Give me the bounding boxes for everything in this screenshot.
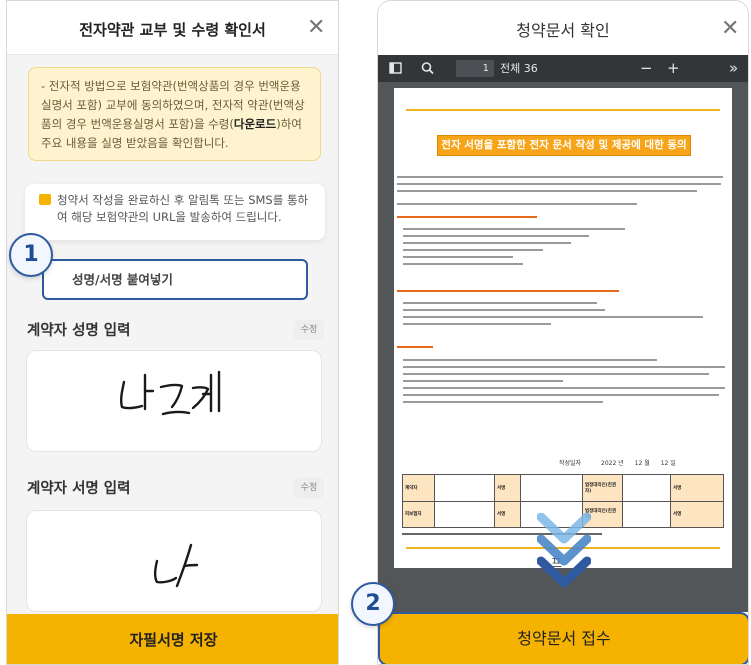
sign-signature-pad[interactable]: [26, 510, 322, 612]
document-review-screen: 청약문서 확인 ✕ 1 전체 36 − + » 전자 서명을 포함한 전자 문서…: [377, 0, 749, 665]
sign-edit-button[interactable]: 수정: [294, 478, 324, 498]
date-day-unit: 일: [670, 460, 676, 467]
text-line: [403, 366, 725, 368]
search-icon[interactable]: [421, 55, 434, 82]
sidebar-toggle-icon[interactable]: [389, 55, 402, 82]
text-line: [403, 394, 719, 396]
date-year-unit: 년: [618, 460, 624, 467]
table-cell: 피보험자: [402, 500, 435, 528]
text-line: [403, 380, 563, 382]
text-line: [403, 235, 589, 237]
table-cell: 서명: [494, 474, 521, 502]
table-cell: [622, 500, 671, 528]
close-icon[interactable]: ✕: [307, 17, 325, 39]
paste-signature-button[interactable]: 성명/서명 붙여넣기: [42, 259, 308, 300]
url-info-card: 청약서 작성을 완료하신 후 알림톡 또는 SMS를 통하 여 해당 보험약관의…: [25, 184, 325, 240]
table-cell: 법정대리인(친권자): [582, 474, 623, 502]
date-line: 작성일자 2022 년 12 월 12 일: [559, 458, 676, 467]
step-1-badge: 1: [9, 233, 53, 277]
table-cell: 계약자: [402, 474, 435, 502]
double-chevron-right-icon[interactable]: »: [729, 55, 738, 82]
page-number-input[interactable]: 1: [456, 60, 494, 77]
zoom-out-button[interactable]: −: [640, 55, 653, 82]
header: 전자약관 교부 및 수령 확인서 ✕: [7, 1, 338, 55]
text-line: [403, 263, 523, 265]
sign-handwriting: [153, 543, 199, 588]
date-label: 작성일자: [559, 460, 582, 467]
text-line: [397, 190, 697, 192]
close-icon[interactable]: ✕: [721, 18, 739, 40]
page-title: 전자약관 교부 및 수령 확인서: [79, 21, 266, 39]
table-row: 계약자 서명 법정대리인(친권자) 서명: [402, 474, 724, 502]
table-cell: 서명: [670, 474, 724, 502]
zoom-in-button[interactable]: +: [667, 55, 680, 82]
date-month-unit: 월: [644, 460, 650, 467]
text-line: [403, 242, 571, 244]
text-line: [403, 401, 603, 403]
table-cell: [434, 474, 495, 502]
save-signature-button[interactable]: 자필서명 저장: [7, 614, 338, 664]
sign-section-label: 계약자 서명 입력: [27, 481, 131, 497]
terms-notice: - 전자적 방법으로 보험약관(번액상품의 경우 번액운용 실명서 포함) 교부…: [28, 67, 321, 161]
table-cell: [520, 474, 583, 502]
page-total-label: 전체 36: [500, 62, 538, 75]
info-marker-icon: [39, 194, 51, 205]
name-signature-pad[interactable]: [26, 350, 322, 452]
section-heading: [397, 216, 537, 218]
text-line: [403, 387, 725, 389]
notice-download-text: 다운로드: [233, 117, 277, 131]
text-line: [397, 203, 637, 205]
top-rule: [406, 109, 720, 111]
table-cell: [622, 474, 671, 502]
text-line: [397, 183, 721, 185]
date-year: 2022: [601, 460, 617, 467]
document-heading: 전자 서명을 포함한 전자 문서 작성 및 제공에 대한 동의서: [437, 135, 691, 170]
text-line: [403, 302, 597, 304]
table-cell: 서명: [670, 500, 724, 528]
text-line: [403, 316, 703, 318]
date-month: 12: [634, 460, 643, 467]
date-day: 12: [660, 460, 669, 467]
document-page: 전자 서명을 포함한 전자 문서 작성 및 제공에 대한 동의서 작성일자 20…: [394, 88, 732, 570]
table-cell: 서명: [494, 500, 521, 528]
table-cell: [434, 500, 495, 528]
submit-document-button[interactable]: 청약문서 접수: [378, 612, 748, 664]
pdf-viewer[interactable]: 전자 서명을 포함한 전자 문서 작성 및 제공에 대한 동의서 작성일자 20…: [378, 82, 748, 612]
text-line: [403, 309, 605, 311]
info-line-2: 여 해당 보험약관의 URL을 발송하여 드립니다.: [57, 210, 282, 224]
text-line: [403, 256, 513, 258]
step-2-badge: 2: [351, 582, 395, 626]
name-handwriting: [119, 370, 221, 416]
text-line: [397, 176, 723, 178]
name-section-label: 계약자 성명 입력: [27, 323, 131, 339]
text-line: [403, 228, 625, 230]
text-line: [403, 373, 709, 375]
header: 청약문서 확인 ✕: [378, 1, 748, 55]
section-heading: [397, 290, 619, 292]
section-heading: [397, 346, 433, 348]
text-line: [403, 359, 657, 361]
terms-confirmation-screen: 전자약관 교부 및 수령 확인서 ✕ - 전자적 방법으로 보험약관(번액상품의…: [6, 0, 339, 665]
double-chevron-down-icon: [537, 513, 591, 588]
name-edit-button[interactable]: 수정: [294, 320, 324, 340]
text-line: [403, 323, 551, 325]
pdf-toolbar: 1 전체 36 − + »: [378, 55, 748, 82]
info-line-1: 청약서 작성을 완료하신 후 알림톡 또는 SMS를 통하: [57, 193, 309, 207]
text-line: [403, 249, 543, 251]
page-title: 청약문서 확인: [516, 21, 610, 40]
